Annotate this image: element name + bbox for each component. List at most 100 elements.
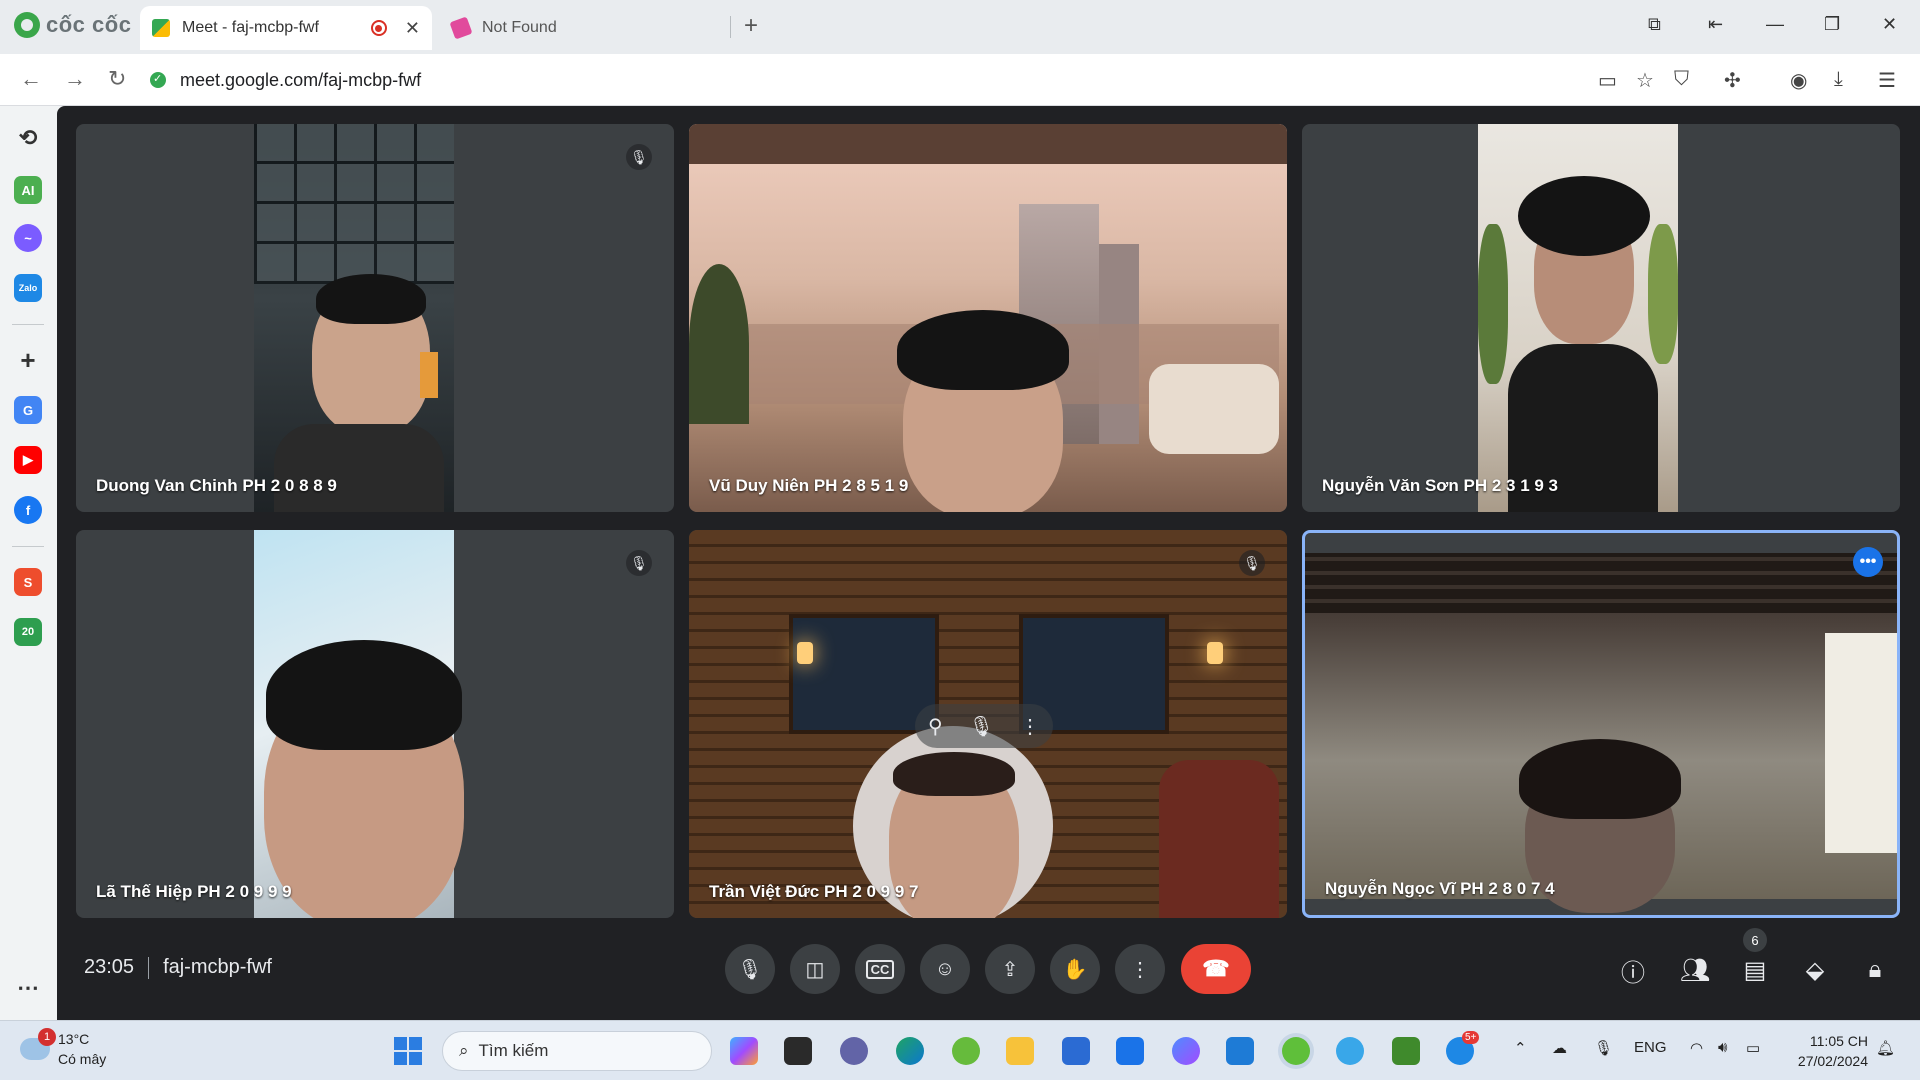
show-hidden-icons[interactable]: ⌃	[1514, 1039, 1527, 1057]
tile-hover-controls: ⚲ 🎙︎ ⋮	[915, 704, 1053, 748]
camera-permission-icon[interactable]: ▭	[1598, 68, 1617, 93]
start-button[interactable]	[394, 1037, 422, 1065]
back-button[interactable]: ←	[20, 66, 42, 92]
hand-icon: ✋	[1062, 958, 1088, 981]
tab-title: Not Found	[482, 19, 557, 36]
taskbar-search[interactable]: ⌕ Tìm kiếm	[442, 1031, 712, 1071]
messenger-icon[interactable]: ~	[14, 224, 42, 252]
language-indicator[interactable]: ENG	[1634, 1039, 1667, 1056]
menu-icon[interactable]: ☰	[1878, 68, 1896, 93]
new-tab-button[interactable]: +	[744, 12, 758, 40]
edge-icon[interactable]	[896, 1037, 924, 1065]
taskbar-clock[interactable]: 11:05 CH 27/02/2024	[1786, 1031, 1868, 1071]
tab-not-found[interactable]: Not Found	[440, 6, 730, 50]
address-bar: ← → ↻ meet.google.com/faj-mcbp-fwf ▭ ☆ ⛉…	[0, 54, 1920, 106]
mute-participant-icon[interactable]: 🎙︎	[969, 714, 994, 739]
activities-button[interactable]: ⬙	[1797, 952, 1833, 988]
leave-call-button[interactable]: ☎	[1181, 944, 1251, 994]
close-window-button[interactable]: ✕	[1882, 14, 1897, 35]
participant-name: Nguyễn Ngọc Vĩ PH 2 8 0 7 4	[1325, 879, 1555, 898]
volume-icon[interactable]: 🔊︎	[1718, 1039, 1727, 1056]
facebook-icon[interactable]: f	[14, 496, 42, 524]
zalo-taskbar-icon[interactable]: 5+	[1446, 1031, 1480, 1065]
onedrive-icon[interactable]: ☁	[1552, 1039, 1567, 1057]
participant-tile-1[interactable]: 🎙︎ Duong Van Chinh PH 2 0 8 8 9	[76, 124, 674, 512]
end-call-icon: ☎	[1202, 956, 1230, 981]
notifications-bell-icon[interactable]: 🔔︎	[1876, 1039, 1895, 1057]
camera-button[interactable]: ◫	[790, 944, 840, 994]
mail-icon[interactable]	[1116, 1037, 1144, 1065]
store-icon[interactable]	[1062, 1037, 1090, 1065]
add-icon[interactable]: +	[14, 345, 42, 375]
chat-button[interactable]: ▤	[1737, 952, 1773, 988]
extensions-icon[interactable]: ✣	[1724, 68, 1741, 93]
youtube-icon[interactable]: ▶	[14, 446, 42, 474]
history-icon[interactable]: ⟲	[14, 124, 42, 152]
bookmark-star-icon[interactable]: ☆	[1636, 68, 1654, 93]
participant-tile-3[interactable]: Nguyễn Văn Sơn PH 2 3 1 9 3	[1302, 124, 1900, 512]
present-button[interactable]: ⇪	[985, 944, 1035, 994]
shopee-icon[interactable]: S	[14, 568, 42, 596]
raise-hand-button[interactable]: ✋	[1050, 944, 1100, 994]
participant-tile-2[interactable]: Vũ Duy Niên PH 2 8 5 1 9	[689, 124, 1287, 512]
participant-tile-6[interactable]: ••• Nguyễn Ngọc Vĩ PH 2 8 0 7 4	[1302, 530, 1900, 918]
microphone-button[interactable]: 🎙︎	[725, 944, 775, 994]
mic-tray-icon[interactable]: 🎙︎	[1594, 1039, 1613, 1057]
teams-icon[interactable]	[840, 1037, 868, 1065]
meeting-details-button[interactable]: ⓘ	[1615, 952, 1651, 988]
pin-icon[interactable]: ⚲	[928, 714, 943, 739]
participant-name: Vũ Duy Niên PH 2 8 5 1 9	[709, 476, 909, 495]
minimize-button[interactable]: —	[1766, 14, 1784, 35]
app-green-icon[interactable]	[1392, 1037, 1420, 1065]
clock-date: 27/02/2024	[1797, 1053, 1868, 1069]
tab-list-icon[interactable]: ⇤	[1708, 14, 1723, 35]
captions-button[interactable]: CC	[855, 944, 905, 994]
vscode-icon[interactable]	[1226, 1037, 1254, 1065]
participant-tile-5[interactable]: ⚲ 🎙︎ ⋮ 🎙︎ Trần Việt Đức PH 2 0 9 9 7	[689, 530, 1287, 918]
reactions-button[interactable]: ☺	[920, 944, 970, 994]
participant-video	[1478, 124, 1678, 512]
browser-sidebar: ⟲ AI ~ Zalo + G ▶ f S 20 ⋯	[0, 106, 56, 1020]
wifi-icon[interactable]: ◠	[1690, 1039, 1703, 1057]
browser-brand[interactable]: cốc cốc	[14, 12, 131, 38]
activities-icon: ⬙	[1805, 956, 1825, 984]
app-drop-icon[interactable]	[1336, 1037, 1364, 1065]
tab-meet[interactable]: Meet - faj-mcbp-fwf ✕	[140, 6, 432, 50]
participant-name: Duong Van Chinh PH 2 0 8 8 9	[96, 476, 337, 495]
url-text: meet.google.com/faj-mcbp-fwf	[180, 69, 422, 90]
task-view-icon[interactable]	[784, 1037, 812, 1065]
tab-title: Meet - faj-mcbp-fwf	[182, 19, 319, 36]
participant-tile-4[interactable]: 🎙︎ Lã Thế Hiệp PH 2 0 9 9 9	[76, 530, 674, 918]
calendar-2023-icon[interactable]: 20	[14, 618, 42, 646]
copilot-icon[interactable]	[730, 1037, 758, 1065]
weather-widget[interactable]: 1 13°C Có mây	[20, 1028, 106, 1069]
participant-name: Trần Việt Đức PH 2 0 9 9 7	[709, 882, 919, 901]
coccoc-taskbar-icon[interactable]	[952, 1037, 980, 1065]
coccoc-active-icon[interactable]	[1282, 1037, 1310, 1065]
file-explorer-icon[interactable]	[1006, 1037, 1034, 1065]
participant-video	[1305, 553, 1897, 913]
sidebar-more-icon[interactable]: ⋯	[14, 974, 42, 1002]
screen-capture-icon[interactable]: ⧉	[1648, 14, 1661, 35]
participant-video	[254, 530, 464, 918]
more-options-button[interactable]: ⋮	[1115, 944, 1165, 994]
reload-button[interactable]: ↻	[108, 66, 126, 92]
tab-close-icon[interactable]: ✕	[405, 18, 420, 39]
profile-icon[interactable]: ◉	[1790, 68, 1807, 93]
lock-person-icon: 🔒︎	[1868, 956, 1882, 983]
shield-icon[interactable]: ⛉	[1674, 68, 1689, 91]
more-options-icon[interactable]: ⋮	[1020, 714, 1040, 739]
copilot-app-icon[interactable]	[1172, 1037, 1200, 1065]
download-icon[interactable]: ⤓	[1834, 68, 1843, 91]
translate-icon[interactable]: G	[14, 396, 42, 424]
ai-assistant-icon[interactable]: AI	[14, 176, 42, 204]
zalo-icon[interactable]: Zalo	[14, 274, 42, 302]
restore-button[interactable]: ❐	[1824, 14, 1840, 35]
host-controls-button[interactable]: 🔒︎	[1857, 952, 1893, 988]
forward-button[interactable]: →	[64, 66, 86, 92]
participant-more-button[interactable]: •••	[1853, 547, 1883, 577]
url-field[interactable]: meet.google.com/faj-mcbp-fwf	[150, 62, 1590, 98]
battery-icon[interactable]: ▭	[1746, 1039, 1760, 1057]
zalo-badge: 5+	[1462, 1031, 1480, 1044]
people-button[interactable]: 👥︎	[1677, 952, 1713, 988]
